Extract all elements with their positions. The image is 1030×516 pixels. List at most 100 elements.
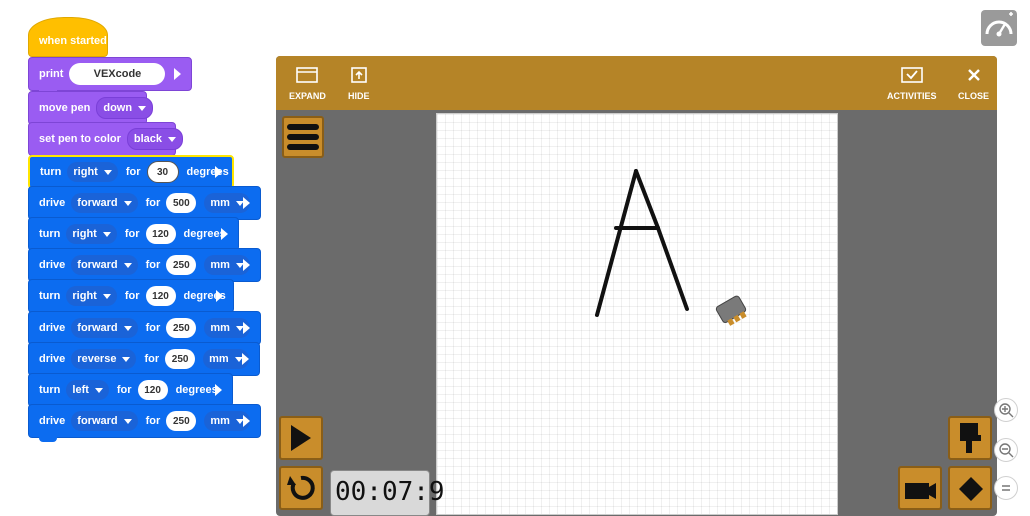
direction-dropdown[interactable]: forward [71, 255, 138, 275]
camera-button[interactable] [898, 466, 942, 510]
step-arrow-icon [243, 197, 250, 209]
simulator-toolbar: EXPAND HIDE ACTIVITIES CLOSE [276, 56, 997, 110]
turn-keyword: turn [39, 384, 61, 396]
drive-block[interactable]: drive reverse for 250 mm [28, 342, 260, 380]
turn-block[interactable]: turn left for 120 degrees [28, 373, 233, 411]
zoom-in-icon [999, 403, 1014, 418]
direction-dropdown[interactable]: left [66, 380, 109, 400]
direction-dropdown[interactable]: reverse [71, 349, 137, 369]
drive-block[interactable]: drive forward for 250 mm [28, 311, 261, 349]
value-input[interactable]: 250 [166, 318, 197, 338]
direction-dropdown[interactable]: forward [71, 411, 138, 431]
activities-button[interactable]: ACTIVITIES [887, 65, 937, 101]
close-icon [967, 65, 981, 85]
activities-icon [900, 65, 923, 85]
step-arrow-icon [215, 384, 222, 396]
units-label: degrees [186, 166, 229, 178]
value-input[interactable]: 250 [165, 349, 196, 369]
activities-label: ACTIVITIES [887, 91, 937, 101]
expand-button[interactable]: EXPAND [289, 65, 326, 101]
hide-button[interactable]: HIDE [348, 65, 370, 101]
zoom-out-button[interactable] [994, 438, 1018, 462]
for-keyword: for [124, 290, 140, 302]
drive-block[interactable]: drive forward for 250 mm [28, 248, 261, 286]
turn-block[interactable]: turn right for 120 degrees [28, 279, 234, 317]
value-input[interactable]: 250 [166, 411, 197, 431]
turn-block[interactable]: turn right for 30 degrees [28, 155, 234, 192]
set-pen-color-block[interactable]: set pen to color black [28, 122, 184, 160]
move-pen-keyword: move pen [39, 102, 91, 114]
for-keyword: for [125, 166, 141, 178]
direction-dropdown[interactable]: right [66, 224, 117, 244]
set-pen-color-keyword: set pen to color [39, 133, 121, 145]
drive-keyword: drive [39, 259, 66, 271]
pen-color-dropdown[interactable]: black [126, 128, 184, 150]
print-text-input[interactable]: VEXcode [69, 63, 166, 85]
move-pen-block[interactable]: move pen down [28, 91, 154, 129]
reset-icon [287, 475, 315, 500]
drive-block[interactable]: drive forward for 250 mm [28, 404, 261, 442]
pen-icon [960, 423, 981, 453]
expand-icon [296, 65, 319, 85]
playground-field [436, 113, 838, 515]
drive-keyword: drive [39, 322, 66, 334]
value-input[interactable]: 30 [146, 161, 179, 183]
zoom-reset-button[interactable] [994, 476, 1018, 500]
drive-keyword: drive [39, 415, 66, 427]
print-keyword: print [39, 68, 64, 80]
for-keyword: for [145, 197, 161, 209]
drive-keyword: drive [39, 197, 66, 209]
value-input[interactable]: 120 [137, 380, 168, 400]
pen-state-dropdown[interactable]: down [96, 97, 154, 119]
play-icon [291, 425, 311, 451]
for-keyword: for [145, 415, 161, 427]
hide-label: HIDE [348, 91, 370, 101]
direction-dropdown[interactable]: forward [71, 193, 138, 213]
hamburger-icon [287, 124, 319, 150]
for-keyword: for [124, 228, 140, 240]
drive-keyword: drive [39, 353, 66, 365]
reset-button[interactable] [279, 466, 323, 510]
step-arrow-icon [216, 290, 223, 302]
step-arrow-icon [242, 353, 249, 365]
erase-button[interactable] [948, 466, 992, 510]
expand-label: EXPAND [289, 91, 326, 101]
print-arrow-icon [174, 68, 181, 80]
close-label: CLOSE [958, 91, 990, 101]
eraser-icon [959, 477, 983, 501]
drive-block[interactable]: drive forward for 500 mm [28, 186, 261, 224]
timer-display: 00:07:9 [330, 470, 445, 516]
for-keyword: for [145, 322, 161, 334]
dashboard-icon [985, 12, 1013, 37]
step-arrow-icon [243, 259, 250, 271]
value-input[interactable]: 250 [166, 255, 197, 275]
play-button[interactable] [279, 416, 323, 460]
value-input[interactable]: 120 [145, 286, 176, 306]
direction-dropdown[interactable]: right [66, 286, 117, 306]
when-started-label: when started [39, 35, 107, 47]
value-input[interactable]: 500 [166, 193, 197, 213]
when-started-block[interactable]: when started [28, 17, 108, 57]
turn-keyword: turn [39, 228, 61, 240]
step-arrow-icon [215, 166, 222, 178]
turn-keyword: turn [39, 290, 61, 302]
menu-button[interactable] [282, 116, 324, 158]
step-arrow-icon [243, 415, 250, 427]
for-keyword: for [116, 384, 132, 396]
step-arrow-icon [243, 322, 250, 334]
direction-dropdown[interactable]: right [67, 162, 118, 182]
zoom-in-button[interactable] [994, 398, 1018, 422]
direction-dropdown[interactable]: forward [71, 318, 138, 338]
simulator-panel: EXPAND HIDE ACTIVITIES CLOSE 00:07:9 [276, 56, 997, 516]
value-input[interactable]: 120 [145, 224, 176, 244]
for-keyword: for [145, 259, 161, 271]
close-button[interactable]: CLOSE [958, 65, 989, 101]
print-block[interactable]: print VEXcode [28, 57, 192, 95]
dashboard-button[interactable] [981, 10, 1017, 46]
zoom-out-icon [999, 443, 1014, 458]
hide-icon [350, 65, 367, 85]
turn-block[interactable]: turn right for 120 degrees [28, 217, 239, 255]
pen-view-button[interactable] [948, 416, 992, 460]
zoom-reset-icon [1002, 485, 1010, 491]
step-arrow-icon [221, 228, 228, 240]
